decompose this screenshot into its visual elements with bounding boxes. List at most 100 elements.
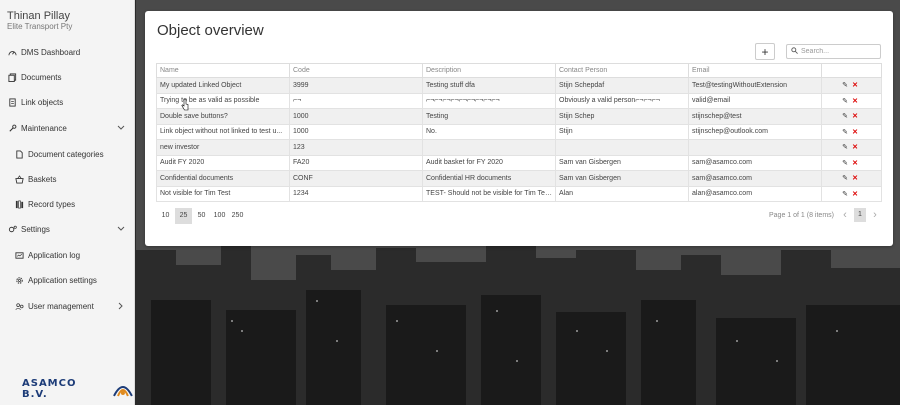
column-header-description[interactable]: Description [422,63,556,78]
table-row[interactable]: Trying to be as valid as possible ⌐¬ ⌐¬⌐… [156,92,882,109]
add-object-button[interactable]: + [755,43,775,60]
company-logo: ASAMCO B.V. [22,378,134,400]
edit-icon[interactable]: ✎ [841,81,849,89]
search-input[interactable] [801,48,876,55]
column-header-email[interactable]: Email [688,63,822,78]
cell-actions: ✎ ✕ [821,108,882,125]
cell-actions: ✎ ✕ [821,139,882,156]
cell-email: stijnschep@test [688,108,822,125]
chevron-right-icon[interactable]: › [869,209,881,221]
sidebar-item-maintenance[interactable]: Maintenance [0,117,135,139]
sidebar-item-dms-dashboard[interactable]: DMS Dashboard [0,41,135,63]
chevron-right-icon [116,301,126,311]
cell-code: CONF [289,170,423,187]
table-row[interactable]: Link object without not linked to test u… [156,123,882,140]
cell-code: ⌐¬ [289,92,423,109]
cell-actions: ✎ ✕ [821,123,882,140]
column-header-code[interactable]: Code [289,63,423,78]
page-size-option[interactable]: 50 [193,208,210,224]
gear-icon [14,275,24,285]
search-icon [791,47,798,56]
cell-description: No. [422,123,556,140]
cell-email: alan@asamco.com [688,185,822,202]
cell-description: ⌐¬⌐¬⌐¬⌐¬⌐¬⌐¬⌐¬⌐¬⌐¬ [422,92,556,109]
page-number-current[interactable]: 1 [854,208,866,222]
delete-icon[interactable]: ✕ [851,97,859,105]
column-header-contact-person[interactable]: Contact Person [555,63,689,78]
cell-description: Audit basket for FY 2020 [422,154,556,171]
delete-icon[interactable]: ✕ [851,159,859,167]
user-name: Thinan Pillay [7,10,70,22]
edit-icon[interactable]: ✎ [841,190,849,198]
record-types-icon [14,199,24,209]
delete-icon[interactable]: ✕ [851,112,859,120]
cell-name: new investor [156,139,290,156]
sidebar-item-documents[interactable]: Documents [0,66,135,88]
table-row[interactable]: Double save buttons? 1000 Testing Stijn … [156,108,882,125]
asamco-logo-icon [113,386,133,397]
edit-icon[interactable]: ✎ [841,128,849,136]
delete-icon[interactable]: ✕ [851,174,859,182]
cell-name: Audit FY 2020 [156,154,290,171]
sidebar-item-baskets[interactable]: Baskets [0,168,135,190]
edit-icon[interactable]: ✎ [841,97,849,105]
cell-name: Not visible for Tim Test [156,185,290,202]
column-header-name[interactable]: Name [156,63,290,78]
table-row[interactable]: Confidential documents CONF Confidential… [156,170,882,187]
cell-description: TEST- Should not be visible for Tim Tes.… [422,185,556,202]
chevron-left-icon[interactable]: ‹ [839,209,851,221]
table-row[interactable]: Audit FY 2020 FA20 Audit basket for FY 2… [156,154,882,171]
page-size-option[interactable]: 10 [157,208,174,224]
cell-actions: ✎ ✕ [821,170,882,187]
page-size-option[interactable]: 250 [229,208,246,224]
edit-icon[interactable]: ✎ [841,159,849,167]
table-row[interactable]: My updated Linked Object 3999 Testing st… [156,77,882,94]
page-title: Object overview [157,22,264,39]
chevron-down-icon [116,123,126,133]
delete-icon[interactable]: ✕ [851,81,859,89]
delete-icon[interactable]: ✕ [851,128,859,136]
edit-icon[interactable]: ✎ [841,174,849,182]
sidebar-item-label: Document categories [28,149,104,159]
cell-actions: ✎ ✕ [821,154,882,171]
cell-email: valid@email [688,92,822,109]
cell-contact-person: Sam van Gisbergen [555,170,689,187]
table-row[interactable]: new investor 123 ✎ ✕ [156,139,882,156]
page-size-option[interactable]: 100 [211,208,228,224]
cell-code: 123 [289,139,423,156]
sidebar-item-settings[interactable]: Settings [0,218,135,240]
table-row[interactable]: Not visible for Tim Test 1234 TEST- Shou… [156,185,882,202]
cell-description: Testing stuff dfa [422,77,556,94]
cell-email: stijnschep@outlook.com [688,123,822,140]
sidebar-item-label: Application log [28,250,81,260]
delete-icon[interactable]: ✕ [851,190,859,198]
sidebar-item-document-categories[interactable]: Document categories [0,143,135,165]
cell-contact-person: Stijn [555,123,689,140]
cell-contact-person: Obviously a valid person⌐¬⌐¬⌐¬ [555,92,689,109]
sidebar-item-link-objects[interactable]: Link objects [0,91,135,113]
sidebar-item-application-settings[interactable]: Application settings [0,269,135,291]
cell-email [688,139,822,156]
sidebar-item-record-types[interactable]: Record types [0,193,135,215]
wrench-icon [7,123,17,133]
cell-code: 1000 [289,123,423,140]
cell-contact-person: Stijn Schep [555,108,689,125]
file-icon [14,149,24,159]
cell-email: sam@asamco.com [688,154,822,171]
cell-email: Test@testingWithoutExtension [688,77,822,94]
delete-icon[interactable]: ✕ [851,143,859,151]
sidebar-item-application-log[interactable]: Application log [0,244,135,266]
sidebar-item-label: Settings [21,224,50,234]
sidebar-item-label: Baskets [28,174,57,184]
documents-icon [7,72,17,82]
page-info: Page 1 of 1 (8 items) [769,212,834,219]
page-size-option-selected[interactable]: 25 [175,208,192,224]
cell-name: Trying to be as valid as possible [156,92,290,109]
cell-code: FA20 [289,154,423,171]
edit-icon[interactable]: ✎ [841,143,849,151]
edit-icon[interactable]: ✎ [841,112,849,120]
object-overview-panel: Object overview + Name Code Description … [145,11,893,246]
cell-description: Confidential HR documents [422,170,556,187]
sidebar-item-user-management[interactable]: User management [0,295,135,317]
cell-contact-person: Stijn Schepdaf [555,77,689,94]
